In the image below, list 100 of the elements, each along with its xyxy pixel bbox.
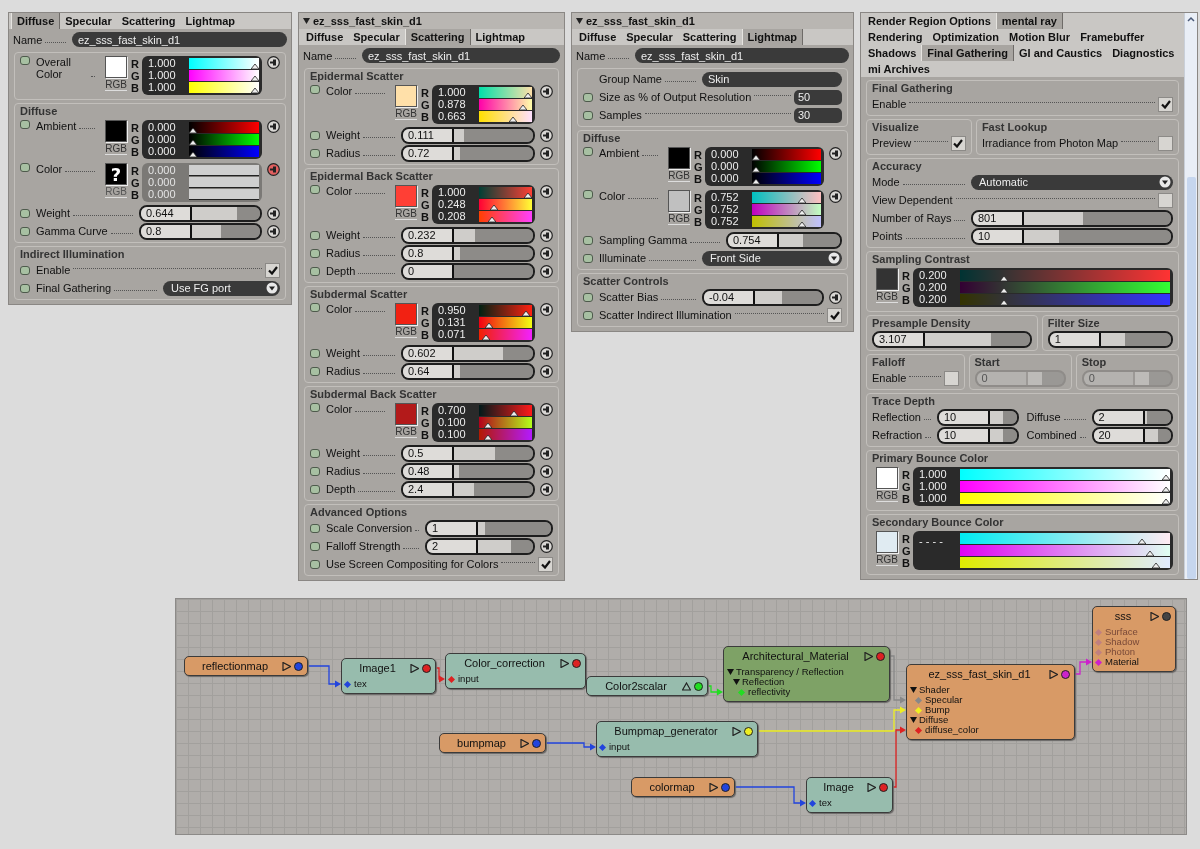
dropdown[interactable]: Automatic — [971, 174, 1173, 190]
value-slider[interactable]: 0.5 — [401, 444, 535, 462]
input-port-icon[interactable] — [343, 680, 352, 688]
output-port-icon[interactable] — [572, 658, 581, 668]
connector-icon[interactable] — [267, 120, 280, 133]
value-slider[interactable]: 3.107 — [872, 330, 1032, 348]
value-slider[interactable]: -0.04 — [702, 288, 824, 306]
name-field[interactable]: ez_sss_fast_skin_d1 — [635, 48, 849, 63]
keyframe-toggle[interactable] — [583, 235, 593, 245]
output-arrow-icon[interactable] — [682, 681, 691, 691]
keyframe-toggle[interactable] — [583, 310, 593, 320]
connector-icon[interactable] — [540, 539, 553, 553]
color-swatch[interactable] — [395, 85, 417, 107]
output-port-icon[interactable] — [721, 782, 730, 792]
number-field[interactable]: 30 — [794, 107, 842, 123]
gradient-slider[interactable] — [479, 111, 532, 122]
connector-icon[interactable] — [540, 85, 553, 98]
shader-node[interactable]: Architectural_Material Transparency / Reflection Reflection reflectivity — [723, 646, 890, 702]
keyframe-toggle[interactable] — [310, 303, 320, 312]
tab[interactable]: Scattering — [404, 29, 471, 45]
name-field[interactable]: ez_sss_fast_skin_d1 — [362, 48, 560, 63]
value-slider[interactable]: 10 — [937, 408, 1019, 426]
shader-node[interactable]: ez_sss_fast_skin_d1 Shader Specular Bump Diffuse diffuse_color — [906, 664, 1075, 740]
connector-icon[interactable] — [829, 190, 842, 203]
output-arrow-icon[interactable] — [864, 651, 873, 661]
keyframe-toggle[interactable] — [20, 208, 30, 218]
keyframe-toggle[interactable] — [20, 226, 30, 236]
slider-marker-icon[interactable] — [482, 335, 491, 340]
gradient-slider[interactable] — [479, 199, 532, 210]
color-swatch[interactable] — [876, 467, 898, 489]
connector-icon[interactable] — [540, 464, 553, 478]
checkbox[interactable] — [538, 556, 553, 572]
value-slider[interactable]: 801 — [971, 209, 1173, 227]
color-swatch[interactable] — [668, 147, 690, 169]
gradient-slider[interactable] — [479, 329, 532, 340]
tab[interactable]: Final Gathering — [921, 45, 1014, 61]
keyframe-toggle[interactable] — [20, 120, 30, 129]
input-port-icon[interactable] — [447, 675, 456, 683]
keyframe-toggle[interactable] — [310, 523, 320, 533]
gradient-slider[interactable] — [189, 58, 259, 69]
tab[interactable]: Specular — [60, 13, 117, 29]
keyframe-toggle[interactable] — [310, 403, 320, 412]
value-slider[interactable]: 0.232 — [401, 226, 535, 244]
shader-node[interactable]: reflectionmap — [184, 656, 308, 676]
tab[interactable]: Rendering — [863, 29, 928, 45]
value-slider[interactable]: 0.48 — [401, 462, 535, 480]
color-swatch[interactable] — [105, 56, 127, 78]
color-swatch[interactable] — [395, 303, 417, 325]
value-slider[interactable]: 0.111 — [401, 126, 535, 144]
gradient-slider[interactable] — [479, 417, 532, 428]
output-port-icon[interactable] — [294, 661, 303, 671]
output-port-icon[interactable] — [1162, 611, 1171, 621]
checkbox[interactable] — [1158, 135, 1173, 151]
tab[interactable]: Framebuffer — [1075, 29, 1150, 45]
gradient-slider[interactable] — [960, 533, 1170, 544]
value-slider[interactable]: 2 — [425, 537, 535, 555]
input-port-icon[interactable] — [1094, 658, 1103, 666]
tab[interactable]: Render Region Options — [863, 13, 996, 29]
value-slider[interactable]: 1 — [425, 519, 553, 537]
keyframe-toggle[interactable] — [310, 466, 320, 476]
connector-icon[interactable] — [267, 206, 280, 220]
keyframe-toggle[interactable] — [20, 283, 30, 293]
color-swatch[interactable] — [105, 120, 127, 142]
gradient-slider[interactable] — [479, 405, 532, 416]
connector-icon[interactable] — [267, 224, 280, 238]
tab[interactable]: Diffuse — [11, 13, 61, 29]
connector-icon[interactable] — [540, 346, 553, 360]
gradient-slider[interactable] — [960, 557, 1170, 568]
shader-node[interactable]: Color_correction input — [445, 653, 586, 689]
connector-icon[interactable] — [540, 128, 553, 142]
keyframe-toggle[interactable] — [310, 248, 320, 258]
gradient-slider[interactable] — [752, 204, 821, 215]
slider-marker-icon[interactable] — [1162, 499, 1170, 504]
value-slider[interactable]: 10 — [937, 426, 1019, 444]
output-arrow-icon[interactable] — [560, 658, 569, 668]
output-arrow-icon[interactable] — [1049, 669, 1058, 679]
keyframe-toggle[interactable] — [583, 292, 593, 302]
shader-node[interactable]: Image1 tex — [341, 658, 436, 694]
tab[interactable]: Lightmap — [470, 29, 531, 45]
output-arrow-icon[interactable] — [732, 726, 741, 736]
keyframe-toggle[interactable] — [310, 348, 320, 358]
gradient-slider[interactable] — [479, 317, 532, 328]
connector-icon[interactable] — [540, 264, 553, 278]
color-swatch[interactable] — [668, 190, 690, 212]
tab[interactable]: Lightmap — [741, 29, 804, 45]
expand-arrow-icon[interactable] — [910, 687, 917, 693]
value-slider[interactable]: 0.72 — [401, 144, 535, 162]
gradient-slider[interactable] — [189, 70, 259, 81]
slider-marker-icon[interactable] — [251, 88, 259, 93]
connector-icon[interactable] — [540, 228, 553, 242]
slider-marker-icon[interactable] — [1000, 300, 1009, 305]
dropdown[interactable]: Use FG port — [163, 280, 280, 296]
tab[interactable]: GI and Caustics — [1014, 45, 1108, 61]
connector-icon[interactable] — [540, 146, 553, 160]
shader-node[interactable]: Bumpmap_generator input — [596, 721, 758, 757]
keyframe-toggle[interactable] — [310, 559, 320, 569]
gradient-slider[interactable] — [189, 122, 259, 133]
gradient-slider[interactable] — [752, 173, 821, 184]
connector-icon[interactable] — [540, 403, 553, 416]
tab[interactable]: Diffuse — [574, 29, 622, 45]
